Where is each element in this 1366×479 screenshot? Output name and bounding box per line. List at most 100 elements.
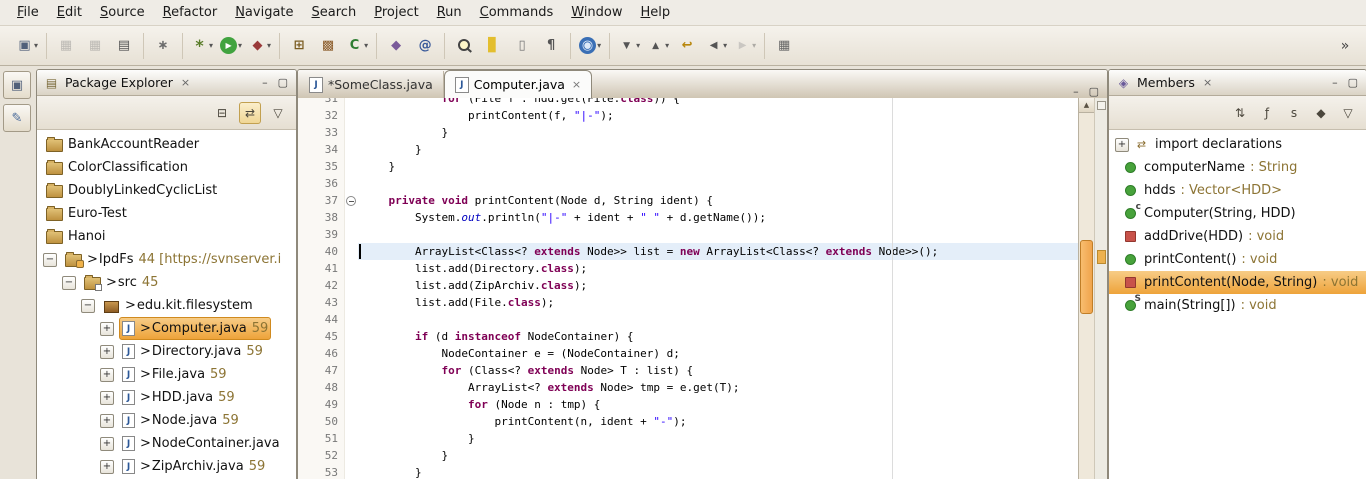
code-line[interactable]: 52 }	[298, 447, 1078, 464]
menu-window[interactable]: Window	[562, 2, 631, 23]
expand-plus-icon[interactable]: +	[100, 437, 114, 451]
link-with-editor-button[interactable]: ⇄	[239, 102, 261, 124]
scroll-up-button[interactable]: ▲	[1079, 98, 1094, 113]
line-number[interactable]: 51	[298, 430, 344, 447]
menu-file[interactable]: File	[8, 2, 48, 23]
menu-commands[interactable]: Commands	[471, 2, 563, 23]
tree-item-nodecontainer-java[interactable]: +J> NodeContainer.java	[37, 432, 296, 455]
code-line[interactable]: 44	[298, 311, 1078, 328]
debug-button[interactable]: *▾	[189, 34, 215, 58]
members-title-bar[interactable]: ◈ Members × – ▢	[1109, 70, 1366, 96]
package-explorer-title-bar[interactable]: ▤ Package Explorer × – ▢	[37, 70, 296, 96]
maximize-button[interactable]: ▢	[1089, 85, 1099, 98]
close-icon[interactable]: ×	[179, 76, 192, 89]
perspective-button[interactable]: ▦	[771, 34, 797, 58]
external-tools-button[interactable]: ◆▾	[247, 34, 273, 58]
maximize-button[interactable]: ▢	[278, 76, 288, 89]
last-edit-location-button[interactable]: ↩	[674, 34, 700, 58]
open-task-button[interactable]: ◆	[383, 34, 409, 58]
editor-viewport[interactable]: 31 for (File f : hdd.get(File.class)) {3…	[298, 98, 1078, 479]
line-number[interactable]: 48	[298, 379, 344, 396]
line-number[interactable]: 53	[298, 464, 344, 479]
menu-help[interactable]: Help	[632, 2, 680, 23]
minimize-button[interactable]: –	[1073, 85, 1079, 98]
expand-plus-icon[interactable]: +	[100, 414, 114, 428]
line-number[interactable]: 33	[298, 124, 344, 141]
editor-tab-computer-java[interactable]: JComputer.java×	[444, 70, 592, 98]
tree-item-directory-java[interactable]: +J> Directory.java59	[37, 340, 296, 363]
tree-item-hanoi[interactable]: Hanoi	[37, 225, 296, 248]
javadoc-button[interactable]: @	[412, 34, 438, 58]
tree-item-src[interactable]: −> src45	[37, 271, 296, 294]
tree-item-file-java[interactable]: +J> File.java59	[37, 363, 296, 386]
tree-item-computer-java[interactable]: +J> Computer.java59	[37, 317, 296, 340]
back-button[interactable]: ◀▾	[703, 34, 729, 58]
menu-source[interactable]: Source	[91, 2, 154, 23]
line-number[interactable]: 52	[298, 447, 344, 464]
line-number[interactable]: 34	[298, 141, 344, 158]
collapse-minus-icon[interactable]: −	[81, 299, 95, 313]
code-line[interactable]: 48 ArrayList<? extends Node> tmp = e.get…	[298, 379, 1078, 396]
minimize-button[interactable]: –	[1332, 76, 1338, 89]
new-java-class-button[interactable]: C▾	[344, 34, 370, 58]
line-number[interactable]: 35	[298, 158, 344, 175]
open-web-browser-button[interactable]: ◉▾	[577, 34, 603, 58]
mark-occurrences-button[interactable]: ▊	[480, 34, 506, 58]
menu-edit[interactable]: Edit	[48, 2, 91, 23]
scrollbar-thumb[interactable]	[1080, 240, 1093, 314]
hide-fields-button[interactable]: ƒ	[1257, 103, 1277, 123]
tree-item-hdd-java[interactable]: +J> HDD.java59	[37, 386, 296, 409]
new-wizard-button[interactable]: ▣▾	[14, 34, 40, 58]
occurrence-marker[interactable]	[1097, 250, 1106, 264]
expand-plus-icon[interactable]: +	[100, 460, 114, 474]
hide-static-members-button[interactable]: s	[1284, 103, 1304, 123]
menu-search[interactable]: Search	[303, 2, 366, 23]
tree-item-node-java[interactable]: +J> Node.java59	[37, 409, 296, 432]
new-java-package-button[interactable]: ▩	[315, 34, 341, 58]
new-java-project-button[interactable]: ⊞	[286, 34, 312, 58]
menu-navigate[interactable]: Navigate	[226, 2, 302, 23]
code-line[interactable]: 46 NodeContainer e = (NodeContainer) d;	[298, 345, 1078, 362]
line-number[interactable]: 32	[298, 107, 344, 124]
maximize-button[interactable]: ▢	[1348, 76, 1358, 89]
hide-non-public-button[interactable]: ◆	[1311, 103, 1331, 123]
code-line[interactable]: 53 }	[298, 464, 1078, 479]
editor-scrollbar[interactable]: ▲	[1078, 98, 1094, 479]
line-number[interactable]: 50	[298, 413, 344, 430]
expand-plus-icon[interactable]: +	[100, 345, 114, 359]
line-number[interactable]: 46	[298, 345, 344, 362]
tree-item-doublylinkedcycliclist[interactable]: DoublyLinkedCyclicList	[37, 179, 296, 202]
editor-tab-someclass-java[interactable]: J*SomeClass.java	[299, 71, 444, 98]
code-line[interactable]: 50 printContent(n, ident + "-");	[298, 413, 1078, 430]
minimize-button[interactable]: –	[262, 76, 268, 89]
code-line[interactable]: 38 System.out.println("|-" + ident + " "…	[298, 209, 1078, 226]
line-number[interactable]: 40	[298, 243, 344, 260]
code-line[interactable]: 41 list.add(Directory.class);	[298, 260, 1078, 277]
line-number[interactable]: 41	[298, 260, 344, 277]
expand-plus-icon[interactable]: +	[100, 368, 114, 382]
code-line[interactable]: 43 list.add(File.class);	[298, 294, 1078, 311]
save-button[interactable]: ▦	[53, 34, 79, 58]
code-line[interactable]: 49 for (Node n : tmp) {	[298, 396, 1078, 413]
member-adddrive-hdd[interactable]: addDrive(HDD) : void	[1109, 225, 1366, 248]
build-all-button[interactable]: ∗	[150, 34, 176, 58]
previous-annotation-button[interactable]: ▲▾	[645, 34, 671, 58]
code-line[interactable]: 37 private void printContent(Node d, Str…	[298, 192, 1078, 209]
member-main-string[interactable]: Smain(String[]) : void	[1109, 294, 1366, 317]
member-computer-string-hdd[interactable]: cComputer(String, HDD)	[1109, 202, 1366, 225]
member-computername[interactable]: computerName : String	[1109, 156, 1366, 179]
collapse-minus-icon[interactable]: −	[62, 276, 76, 290]
members-view-menu-button[interactable]: ▽	[1338, 103, 1358, 123]
line-number[interactable]: 45	[298, 328, 344, 345]
line-number[interactable]: 36	[298, 175, 344, 192]
expand-plus-icon[interactable]: +	[100, 322, 114, 336]
code-line[interactable]: 35 }	[298, 158, 1078, 175]
code-line[interactable]: 39	[298, 226, 1078, 243]
code-line[interactable]: 51 }	[298, 430, 1078, 447]
next-annotation-button[interactable]: ▼▾	[616, 34, 642, 58]
print-button[interactable]: ▤	[111, 34, 137, 58]
package-explorer-tree[interactable]: BankAccountReaderColorClassificationDoub…	[37, 130, 296, 479]
sort-members-button[interactable]: ⇅	[1230, 103, 1250, 123]
line-number[interactable]: 31	[298, 98, 344, 107]
expand-plus-icon[interactable]: +	[100, 391, 114, 405]
